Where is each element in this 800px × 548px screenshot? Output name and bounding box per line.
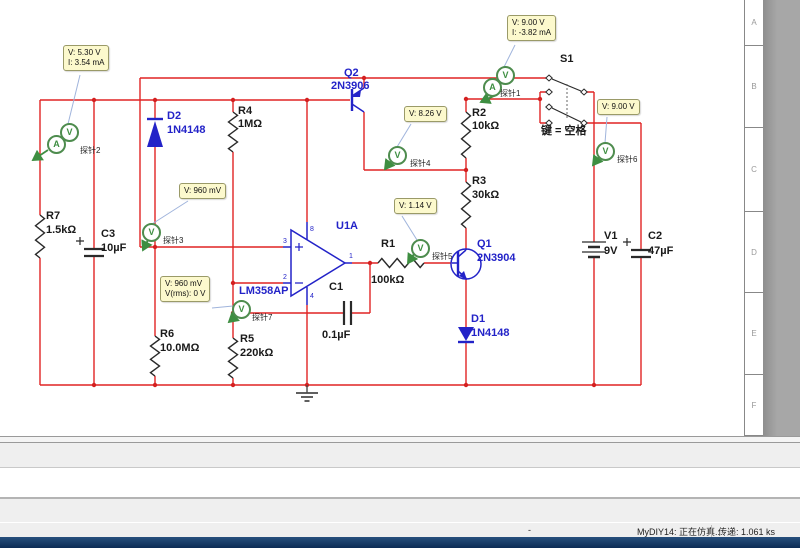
opamp-pin-number: 2: [283, 274, 287, 281]
status-separator: [711, 525, 712, 537]
probe-name-label[interactable]: 探针1: [500, 88, 520, 99]
component-label[interactable]: U1A: [336, 221, 358, 232]
resistor-R5[interactable]: [229, 338, 238, 378]
component-label[interactable]: 1N4148: [167, 125, 206, 136]
component-label[interactable]: R2: [472, 108, 486, 119]
schematic-canvas[interactable]: R4 1MΩ R2 10kΩ R3 30kΩ R1 100kΩ R7 1.5kΩ R6 10.0MΩ R…: [0, 0, 800, 436]
component-label[interactable]: 1.5kΩ: [46, 225, 76, 236]
status-bar: - MyDIY14: 正在仿真... 传递: 1.061 ks: [0, 523, 800, 537]
resistor-R4[interactable]: [229, 112, 238, 152]
probe-name-label[interactable]: 探针2: [80, 145, 100, 156]
component-label[interactable]: S1: [560, 54, 573, 65]
spreadsheet-pane[interactable]: [0, 468, 800, 497]
probe-voltmeter-circle[interactable]: V: [496, 66, 515, 85]
component-label[interactable]: R7: [46, 211, 60, 222]
component-label[interactable]: 1MΩ: [238, 119, 262, 130]
component-label[interactable]: C1: [329, 282, 343, 293]
component-label[interactable]: 0.1µF: [322, 330, 350, 341]
component-label[interactable]: 9V: [604, 246, 617, 257]
component-label[interactable]: 47µF: [648, 246, 673, 257]
diode-D2[interactable]: [147, 119, 163, 147]
component-label[interactable]: R4: [238, 106, 252, 117]
sheet-border-row-label: E: [745, 293, 763, 375]
probe-readout-box[interactable]: V: 9.00 V: [597, 99, 640, 115]
component-label[interactable]: 30kΩ: [472, 190, 499, 201]
probe-voltmeter-circle[interactable]: V: [596, 142, 615, 161]
opamp-pin-number: 8: [310, 226, 314, 233]
component-label[interactable]: C2: [648, 231, 662, 242]
component-label[interactable]: 键 = 空格: [541, 126, 587, 137]
sheet-border-row-label: F: [745, 375, 763, 436]
probe-voltmeter-circle[interactable]: V: [411, 239, 430, 258]
sheet-border-row-label: C: [745, 128, 763, 212]
probe-readout-box[interactable]: V: 9.00 V I: -3.82 mA: [507, 15, 556, 41]
probe-name-label[interactable]: 探针5: [432, 251, 452, 262]
probe-readout-box[interactable]: V: 8.26 V: [404, 106, 447, 122]
sheet-border-row-label: A: [745, 0, 763, 46]
sheet-border-row-label: B: [745, 46, 763, 128]
resistor-R2[interactable]: [462, 112, 471, 158]
component-label[interactable]: C3: [101, 229, 115, 240]
ground-symbol[interactable]: [296, 385, 318, 401]
schematic-drawing: [0, 0, 800, 436]
status-dash: -: [528, 525, 531, 535]
opamp-pin-number: 1: [349, 253, 353, 260]
sheet-border-row-label: D: [745, 212, 763, 293]
probe-arrows: [33, 95, 599, 322]
resistor-R6[interactable]: [151, 336, 160, 376]
component-label[interactable]: 1N4148: [471, 328, 510, 339]
probe-readout-box[interactable]: V: 960 mV: [179, 183, 226, 199]
multisim-window: { "status_bar": { "dash": "-", "sim": "M…: [0, 0, 800, 548]
component-label[interactable]: 220kΩ: [240, 348, 273, 359]
workspace-outside-area: [763, 0, 800, 436]
resistor-R3[interactable]: [462, 182, 471, 228]
component-label[interactable]: D2: [167, 111, 181, 122]
probe-voltmeter-circle[interactable]: V: [60, 123, 79, 142]
switch-S1[interactable]: [546, 75, 587, 126]
component-label[interactable]: 10kΩ: [472, 121, 499, 132]
capacitor-C3[interactable]: [76, 237, 104, 256]
horizontal-scrollbar-area[interactable]: [0, 443, 800, 468]
battery-V1[interactable]: [582, 242, 606, 257]
lower-pane: [0, 499, 800, 523]
probe-voltmeter-circle[interactable]: V: [388, 146, 407, 165]
probe-readout-box[interactable]: V: 1.14 V: [394, 198, 437, 214]
probe-name-label[interactable]: 探针7: [252, 312, 272, 323]
component-label[interactable]: LM358AP: [239, 286, 289, 297]
probe-voltmeter-circle[interactable]: V: [232, 300, 251, 319]
probe-readout-box[interactable]: V: 5.30 V I: 3.54 mA: [63, 45, 109, 71]
component-label[interactable]: R3: [472, 176, 486, 187]
component-label[interactable]: 10µF: [101, 243, 126, 254]
taskbar-edge: [0, 537, 800, 548]
probe-readout-box[interactable]: V: 960 mV V(rms): 0 V: [160, 276, 210, 302]
resistor-R7[interactable]: [36, 215, 45, 258]
capacitor-C2[interactable]: [623, 238, 651, 257]
sheet-border-column: ABCDEF: [744, 0, 763, 436]
opamp-pin-number: 3: [283, 238, 287, 245]
probe-name-label[interactable]: 探针4: [410, 158, 430, 169]
probe-voltmeter-circle[interactable]: V: [142, 223, 161, 242]
component-label[interactable]: 10.0MΩ: [160, 343, 199, 354]
component-label[interactable]: D1: [471, 314, 485, 325]
opamp-pin-number: 4: [310, 293, 314, 300]
component-label[interactable]: R6: [160, 329, 174, 340]
component-label[interactable]: V1: [604, 231, 617, 242]
component-label[interactable]: R1: [381, 239, 395, 250]
probe-name-label[interactable]: 探针6: [617, 154, 637, 165]
component-label[interactable]: 2N3904: [477, 253, 516, 264]
component-label[interactable]: Q2: [344, 68, 359, 79]
probe-name-label[interactable]: 探针3: [163, 235, 183, 246]
component-label[interactable]: 100kΩ: [371, 275, 404, 286]
resistor-R1[interactable]: [378, 259, 424, 268]
capacitor-C1[interactable]: [344, 301, 351, 325]
component-label[interactable]: 2N3906: [331, 81, 370, 92]
component-label[interactable]: Q1: [477, 239, 492, 250]
component-label[interactable]: R5: [240, 334, 254, 345]
